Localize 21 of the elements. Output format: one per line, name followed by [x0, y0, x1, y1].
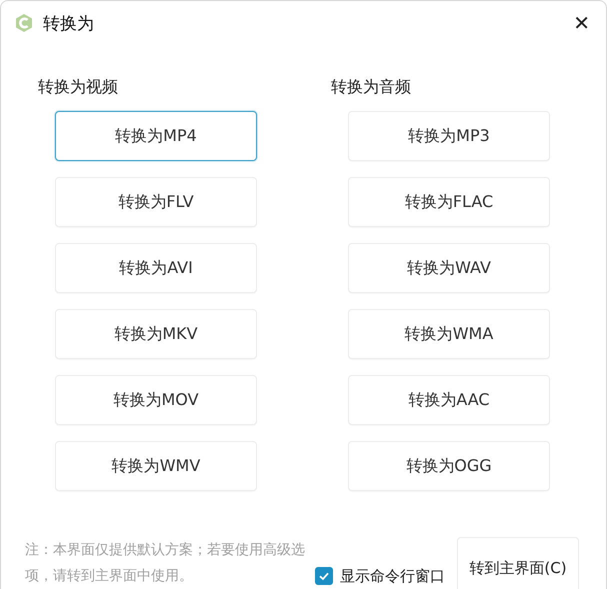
checkbox[interactable]	[315, 567, 333, 585]
convert-button[interactable]: 转换为FLAC	[348, 177, 550, 227]
convert-button[interactable]: 转换为AAC	[348, 375, 550, 425]
app-logo-icon	[14, 13, 34, 33]
section-heading: 转换为音频	[331, 76, 411, 98]
convert-button[interactable]: 转换为MKV	[55, 309, 257, 359]
convert-button[interactable]: 转换为WMA	[348, 309, 550, 359]
close-button[interactable]: ✕	[569, 9, 594, 37]
convert-button[interactable]: 转换为MP4	[55, 111, 257, 161]
main-window-button[interactable]: 转到主界面(C)	[457, 537, 579, 589]
convert-button[interactable]: 转换为AVI	[55, 243, 257, 293]
convert-button[interactable]: 转换为WAV	[348, 243, 550, 293]
note-text: 注：本界面仅提供默认方案；若要使用高级选项，请转到主界面中使用。	[25, 541, 306, 586]
convert-button[interactable]: 转换为WMV	[55, 441, 257, 491]
convert-button[interactable]: 转换为MP3	[348, 111, 550, 161]
section-heading: 转换为视频	[38, 76, 118, 98]
checkbox-label: 显示命令行窗口	[340, 566, 445, 587]
convert-button[interactable]: 转换为FLV	[55, 177, 257, 227]
convert-button[interactable]: 转换为MOV	[55, 375, 257, 425]
convert-button[interactable]: 转换为OGG	[348, 441, 550, 491]
window-title: 转换为	[43, 12, 94, 34]
